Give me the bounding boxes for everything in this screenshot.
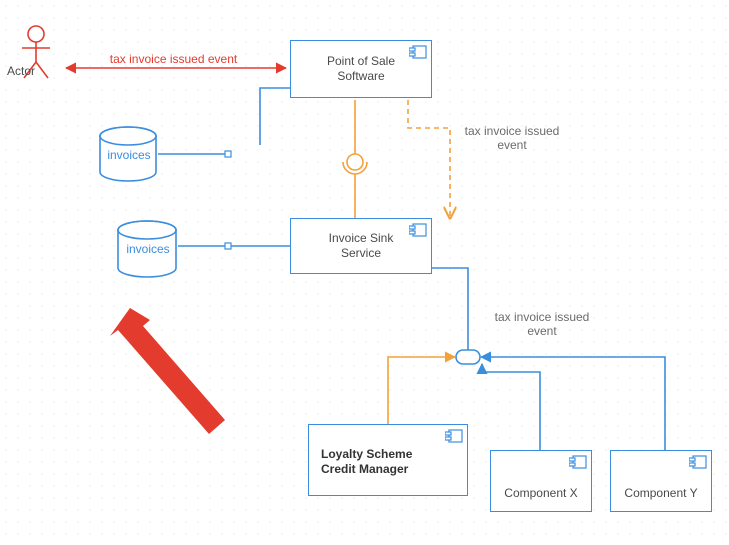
component-point-of-sale: Point of Sale Software bbox=[290, 40, 432, 98]
diagram-canvas: Actor tax invoice issued event Point of … bbox=[0, 0, 729, 545]
edge-label-sink-to-broker: tax invoice issued event bbox=[478, 310, 606, 339]
component-loyalty-scheme: Loyalty Scheme Credit Manager bbox=[308, 424, 468, 496]
edge-label-pos-to-sink: tax invoice issued event bbox=[448, 124, 576, 153]
edge-pos-to-db1-stub bbox=[260, 88, 290, 145]
component-y: Component Y bbox=[610, 450, 712, 512]
component-label: Invoice Sink Service bbox=[329, 231, 394, 261]
required-interface-arc bbox=[343, 162, 367, 174]
database-label-1: invoices bbox=[102, 148, 156, 162]
component-label: Loyalty Scheme Credit Manager bbox=[321, 447, 412, 477]
component-label: Component Y bbox=[624, 486, 697, 501]
component-icon bbox=[569, 455, 587, 469]
edge-sink-to-broker bbox=[432, 268, 468, 350]
provided-interface-circle bbox=[347, 154, 363, 170]
actor-label: Actor bbox=[0, 64, 46, 78]
component-x: Component X bbox=[490, 450, 592, 512]
component-invoice-sink: Invoice Sink Service bbox=[290, 218, 432, 274]
edge-label-actor-to-pos: tax invoice issued event bbox=[86, 52, 261, 66]
component-icon bbox=[409, 45, 427, 59]
edge-pos-to-sink-event bbox=[408, 100, 450, 218]
database-label-2: invoices bbox=[120, 242, 176, 256]
component-label: Component X bbox=[504, 486, 577, 501]
edge-compx-to-broker bbox=[482, 364, 540, 450]
edge-loyalty-to-broker bbox=[388, 357, 455, 424]
edge-compy-to-broker bbox=[481, 357, 665, 450]
component-icon bbox=[409, 223, 427, 237]
big-red-arrow-annotation bbox=[110, 308, 225, 434]
component-icon bbox=[689, 455, 707, 469]
component-label: Point of Sale Software bbox=[327, 54, 395, 84]
component-icon bbox=[445, 429, 463, 443]
broker-node bbox=[456, 350, 480, 364]
